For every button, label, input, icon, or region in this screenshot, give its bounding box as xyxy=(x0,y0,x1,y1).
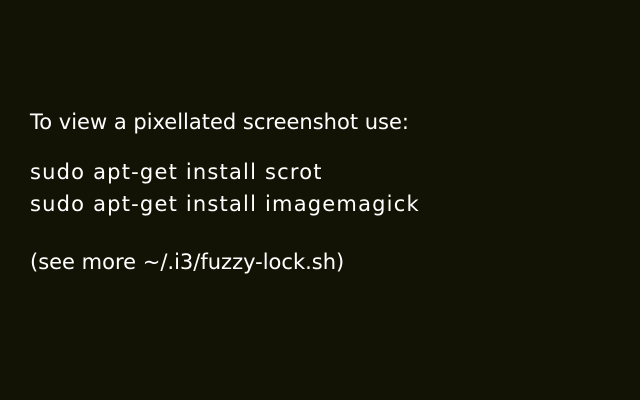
instruction-heading: To view a pixellated screenshot use: xyxy=(30,110,409,134)
install-scrot-command: sudo apt-get install scrot xyxy=(30,160,323,184)
lock-screen: To view a pixellated screenshot use: sud… xyxy=(0,0,640,400)
install-imagemagick-command: sudo apt-get install imagemagick xyxy=(30,192,420,216)
see-more-note: (see more ~/.i3/fuzzy-lock.sh) xyxy=(30,250,345,274)
